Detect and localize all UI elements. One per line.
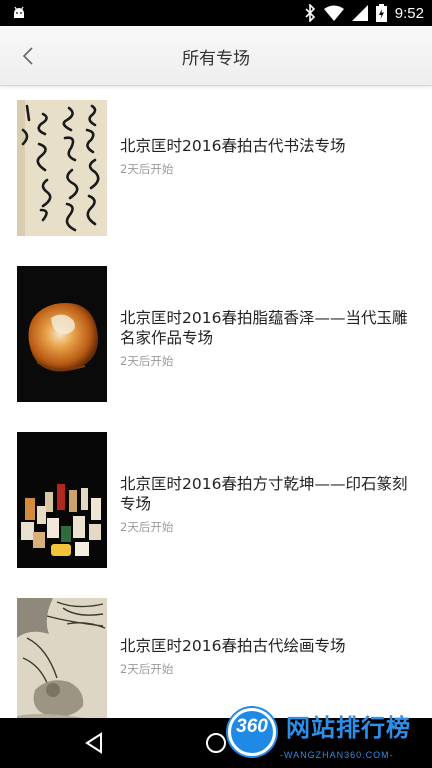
screen: 9:52 所有专场 北京匡时2016春拍古代书法专场 2天后开始 北京匡时201… bbox=[0, 0, 432, 768]
page-title: 所有专场 bbox=[182, 49, 250, 69]
item-meta: 北京匡时2016春拍古代书法专场 2天后开始 bbox=[120, 136, 412, 177]
watermark-text: 网站排行榜 bbox=[286, 714, 411, 742]
item-title: 北京匡时2016春拍古代书法专场 bbox=[120, 137, 346, 155]
item-title: 北京匡时2016春拍古代绘画专场 bbox=[120, 637, 346, 655]
watermark: 360 网站排行榜 -WANGZHAN360.COM- bbox=[226, 704, 432, 768]
jade-carving-image bbox=[17, 266, 107, 402]
item-meta: 北京匡时2016春拍方寸乾坤——印石篆刻专场 2天后开始 bbox=[120, 474, 412, 535]
item-status: 2天后开始 bbox=[120, 520, 174, 534]
list-item[interactable]: 北京匡时2016春拍方寸乾坤——印石篆刻专场 2天后开始 bbox=[0, 432, 432, 572]
clock: 9:52 bbox=[394, 4, 424, 22]
item-status: 2天后开始 bbox=[120, 162, 174, 176]
wifi-icon bbox=[323, 5, 344, 21]
watermark-logo-text: 360 bbox=[236, 716, 268, 737]
item-title: 北京匡时2016春拍脂蕴香泽——当代玉雕名家作品专场 bbox=[120, 309, 408, 347]
item-meta: 北京匡时2016春拍古代绘画专场 2天后开始 bbox=[120, 636, 412, 677]
watermark-url: -WANGZHAN360.COM- bbox=[280, 750, 394, 760]
ancient-painting-image bbox=[17, 598, 107, 718]
list-item[interactable]: 北京匡时2016春拍古代绘画专场 2天后开始 bbox=[0, 598, 432, 718]
item-status: 2天后开始 bbox=[120, 662, 174, 676]
bluetooth-icon bbox=[305, 4, 315, 22]
android-debug-icon bbox=[14, 6, 24, 18]
header-bar: 所有专场 bbox=[0, 26, 432, 86]
back-triangle-icon[interactable] bbox=[80, 729, 108, 757]
item-meta: 北京匡时2016春拍脂蕴香泽——当代玉雕名家作品专场 2天后开始 bbox=[120, 308, 412, 369]
seal-stones-image bbox=[17, 432, 107, 568]
calligraphy-image bbox=[17, 100, 107, 236]
signal-icon bbox=[351, 5, 368, 21]
list-item[interactable]: 北京匡时2016春拍古代书法专场 2天后开始 bbox=[0, 100, 432, 240]
status-bar: 9:52 bbox=[0, 0, 432, 26]
session-list[interactable]: 北京匡时2016春拍古代书法专场 2天后开始 北京匡时2016春拍脂蕴香泽——当… bbox=[0, 86, 432, 718]
battery-icon bbox=[375, 4, 387, 22]
list-item[interactable]: 北京匡时2016春拍脂蕴香泽——当代玉雕名家作品专场 2天后开始 bbox=[0, 266, 432, 406]
item-status: 2天后开始 bbox=[120, 354, 174, 368]
item-title: 北京匡时2016春拍方寸乾坤——印石篆刻专场 bbox=[120, 475, 408, 513]
